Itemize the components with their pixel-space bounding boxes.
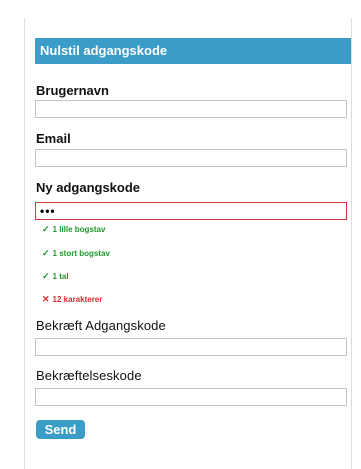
username-label: Brugernavn xyxy=(36,83,109,98)
check-icon: ✓ xyxy=(42,248,50,258)
new-password-label: Ny adgangskode xyxy=(36,180,141,195)
email-input[interactable] xyxy=(35,149,347,167)
confirm-code-input[interactable] xyxy=(35,388,347,406)
confirm-password-label: Bekræft Adgangskode xyxy=(36,318,166,333)
check-icon: ✓ xyxy=(42,224,50,234)
password-rule-text: 1 lille bogstav xyxy=(52,225,106,234)
confirm-password-input[interactable] xyxy=(35,338,347,356)
username-input[interactable] xyxy=(35,100,347,118)
password-rule-text: 1 stort bogstav xyxy=(52,249,110,258)
password-rule-text: 1 tal xyxy=(52,272,69,281)
check-icon: ✓ xyxy=(42,271,50,281)
send-button[interactable]: Send xyxy=(36,420,85,439)
password-rule-text: 12 karakterer xyxy=(52,295,103,304)
panel-title: Nulstil adgangskode xyxy=(35,38,351,64)
cross-icon: ✕ xyxy=(42,294,50,304)
confirm-code-label: Bekræftelseskode xyxy=(36,368,142,383)
reset-password-panel: Nulstil adgangskode Brugernavn Email Ny … xyxy=(24,18,352,469)
password-rule-number: ✓ 1 tal xyxy=(42,271,69,282)
new-password-input[interactable] xyxy=(35,202,347,220)
password-rule-uppercase: ✓ 1 stort bogstav xyxy=(42,248,110,259)
email-label: Email xyxy=(36,131,71,146)
password-rule-lowercase: ✓ 1 lille bogstav xyxy=(42,224,105,235)
password-rule-length: ✕ 12 karakterer xyxy=(42,294,102,305)
